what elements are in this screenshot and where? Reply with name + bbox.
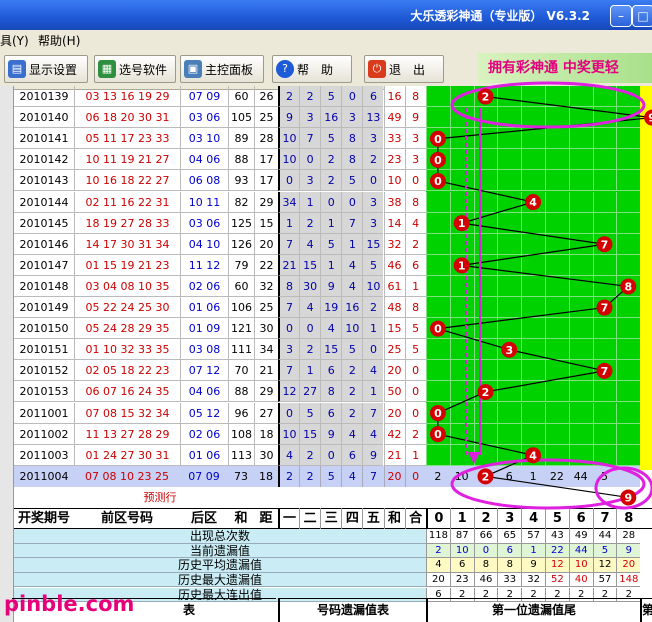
annotation-arrow-head [468, 452, 480, 464]
ball-label: 4 [529, 196, 537, 209]
ball-label: 9 [648, 112, 652, 125]
result-ball: 7 [596, 236, 613, 253]
result-ball: 2 [477, 383, 494, 400]
ball-label: 0 [434, 323, 442, 336]
trend-line [485, 95, 652, 119]
result-ball: 0 [429, 172, 446, 189]
ball-label: 7 [601, 238, 609, 251]
footer-edge-title: 第 [640, 598, 652, 622]
result-ball: 0 [429, 320, 446, 337]
result-ball: 9 [620, 489, 637, 506]
ball-label: 1 [458, 217, 466, 230]
trend-line [461, 264, 629, 288]
trend-line [485, 370, 605, 393]
ball-label: 2 [482, 386, 490, 399]
ball-label: 7 [601, 302, 609, 315]
trend-line [437, 306, 605, 330]
ball-label: 0 [434, 154, 442, 167]
result-ball: 0 [429, 426, 446, 443]
trend-line [437, 180, 534, 203]
trend-line [461, 201, 534, 224]
ball-label: 9 [624, 491, 632, 504]
result-ball: 2 [477, 88, 494, 105]
ball-label: 4 [529, 449, 537, 462]
ball-label: 1 [458, 259, 466, 272]
footer-right-title: 第一位遗漏值尾 [426, 598, 640, 622]
annotation-ellipse [450, 458, 646, 510]
watermark: pinble.com [4, 592, 135, 616]
footer-mid-title: 号码遗漏值表 [278, 598, 426, 622]
trend-line [509, 349, 605, 372]
trend-line [461, 243, 605, 266]
result-ball: 1 [453, 215, 470, 232]
result-ball: 7 [596, 299, 613, 316]
ball-label: 3 [505, 344, 513, 357]
result-ball: 0 [429, 130, 446, 147]
trend-line [437, 328, 510, 351]
trend-line [485, 475, 629, 499]
result-ball: 1 [453, 257, 470, 274]
result-ball: 9 [644, 109, 652, 126]
trend-line [461, 222, 605, 245]
ball-label: 0 [434, 133, 442, 146]
result-ball: 4 [525, 447, 542, 464]
annotation-overlay: 2 9 0 0 0 4 1 7 1 8 7 0 3 7 2 0 0 4 2 9 [429, 81, 652, 510]
result-ball: 7 [596, 362, 613, 379]
result-ball: 2 [477, 468, 494, 485]
ball-label: 8 [624, 280, 632, 293]
footer-left-label: 表 [182, 603, 195, 617]
result-ball: 3 [501, 341, 518, 358]
ball-label: 7 [601, 365, 609, 378]
ball-label: 0 [434, 175, 442, 188]
ball-label: 0 [434, 428, 442, 441]
result-ball: 8 [620, 278, 637, 295]
result-ball: 4 [525, 194, 542, 211]
ball-label: 0 [434, 407, 442, 420]
trend-line [437, 433, 534, 456]
ball-label: 2 [482, 470, 490, 483]
result-ball: 0 [429, 405, 446, 422]
ball-label: 2 [482, 91, 490, 104]
result-ball: 0 [429, 151, 446, 168]
